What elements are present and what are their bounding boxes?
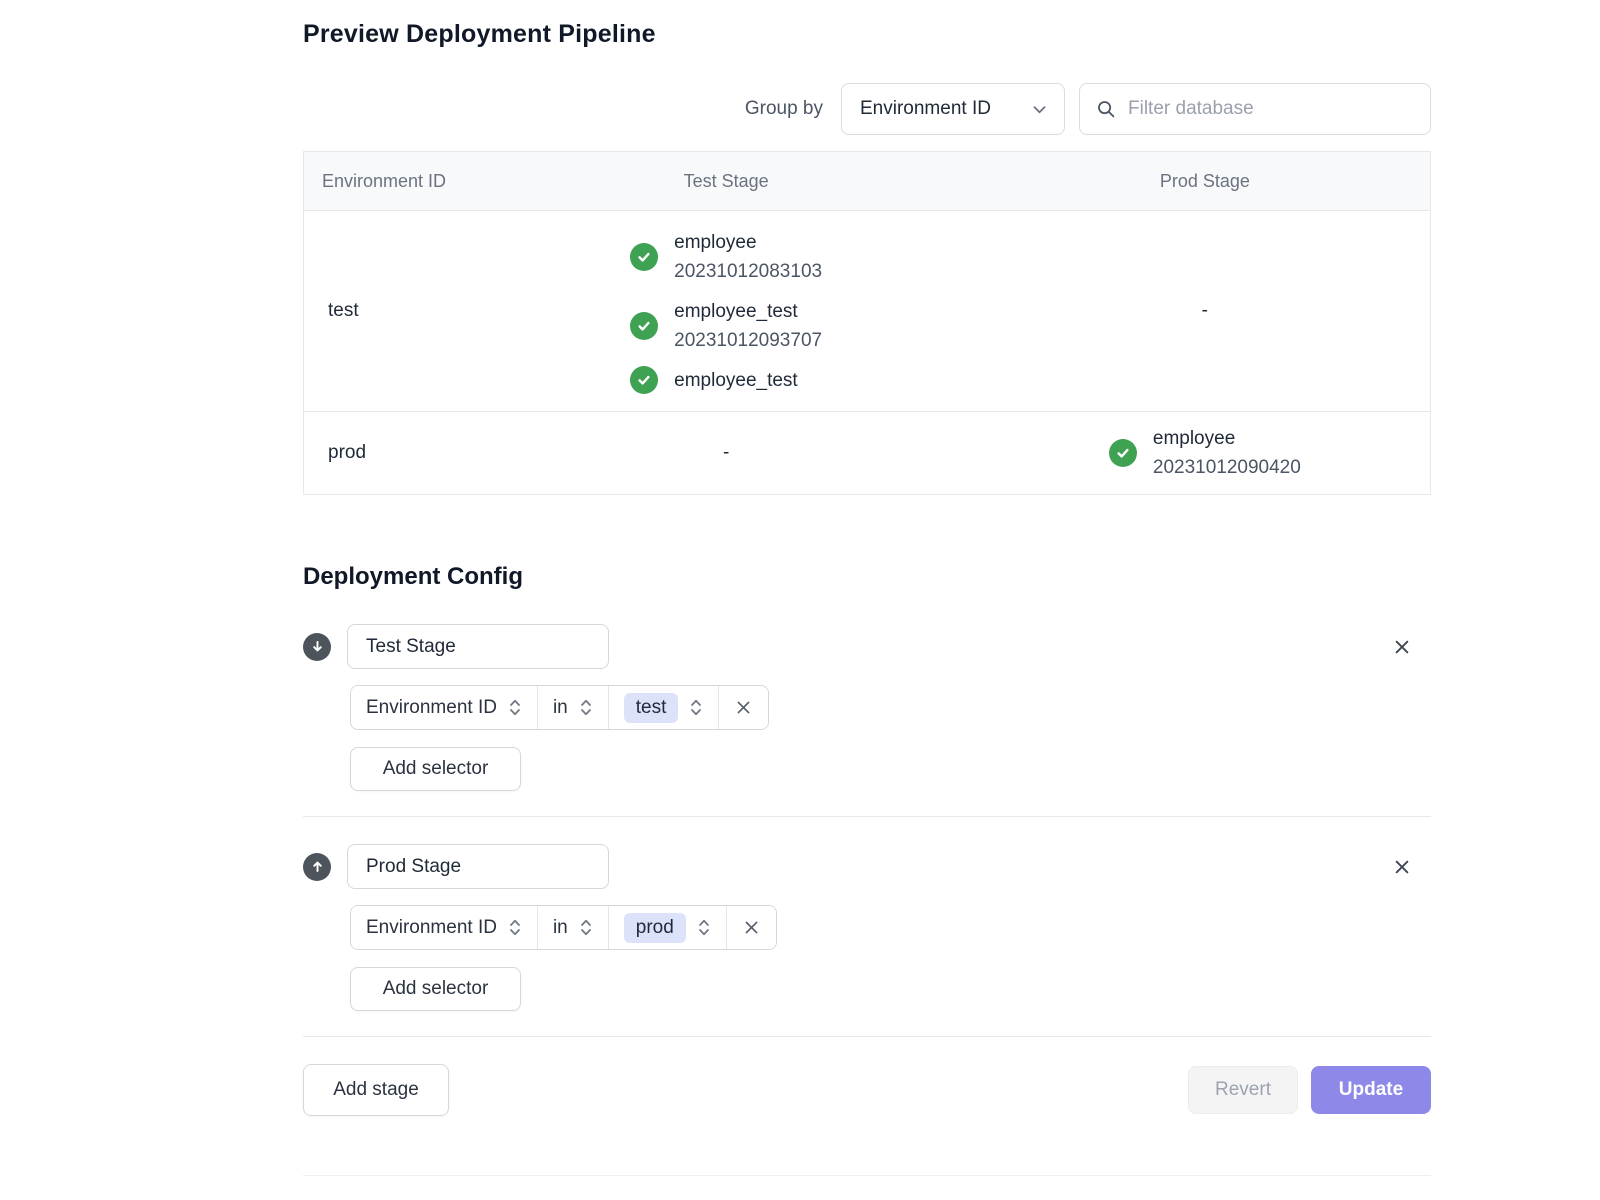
table-row-prod: prod - employee 20231012090420 bbox=[304, 412, 1431, 495]
add-selector-button[interactable]: Add selector bbox=[350, 967, 521, 1011]
task-name: employee bbox=[1153, 424, 1301, 453]
task-version: 20231012090420 bbox=[1153, 453, 1301, 482]
selector-operator-value: in bbox=[553, 697, 568, 719]
selector-value-select[interactable]: test bbox=[608, 686, 719, 729]
deployment-page: Preview Deployment Pipeline Group by Env… bbox=[303, 0, 1431, 1176]
footer-actions: Add stage Revert Update bbox=[303, 1064, 1431, 1116]
task-item: employee 20231012083103 bbox=[630, 228, 822, 286]
remove-stage-button[interactable] bbox=[1392, 857, 1412, 877]
add-selector-button[interactable]: Add selector bbox=[350, 747, 521, 791]
page-title: Preview Deployment Pipeline bbox=[303, 20, 1431, 49]
task-name: employee_test bbox=[674, 366, 798, 395]
task-item: employee 20231012090420 bbox=[1109, 424, 1301, 482]
selector-key-value: Environment ID bbox=[366, 917, 497, 939]
chevron-up-down-icon bbox=[579, 697, 593, 718]
selector-rule: Environment ID in prod bbox=[350, 905, 777, 950]
remove-selector-button[interactable] bbox=[718, 686, 768, 729]
selector-operator-select[interactable]: in bbox=[537, 906, 608, 949]
selector-rule: Environment ID in test bbox=[350, 685, 769, 730]
test-stage-empty: - bbox=[473, 412, 980, 495]
selector-operator-value: in bbox=[553, 917, 568, 939]
stage-divider bbox=[303, 816, 1431, 817]
group-by-select[interactable]: Environment ID bbox=[841, 83, 1065, 135]
filter-database-input[interactable] bbox=[1128, 98, 1414, 120]
task-name: employee_test bbox=[674, 297, 822, 326]
footer-divider bbox=[303, 1036, 1431, 1037]
search-icon bbox=[1096, 99, 1116, 119]
selector-key-select[interactable]: Environment ID bbox=[351, 906, 537, 949]
chevron-up-down-icon bbox=[689, 697, 703, 718]
check-circle-icon bbox=[630, 366, 658, 394]
filter-database-field[interactable] bbox=[1079, 83, 1431, 135]
arrow-up-circle-icon bbox=[303, 853, 331, 881]
chevron-up-down-icon bbox=[697, 917, 711, 938]
task-item: employee_test 20231012093707 bbox=[630, 297, 822, 355]
chevron-up-down-icon bbox=[508, 917, 522, 938]
stage-section-prod: Environment ID in prod bbox=[303, 844, 1431, 1011]
check-circle-icon bbox=[630, 243, 658, 271]
selector-key-value: Environment ID bbox=[366, 697, 497, 719]
prod-stage-cell: employee 20231012090420 bbox=[980, 412, 1431, 495]
selector-value-badge: prod bbox=[624, 913, 686, 943]
task-list: employee 20231012090420 bbox=[1109, 424, 1301, 482]
selector-key-select[interactable]: Environment ID bbox=[351, 686, 537, 729]
check-circle-icon bbox=[1109, 439, 1137, 467]
chevron-up-down-icon bbox=[508, 697, 522, 718]
selector-operator-select[interactable]: in bbox=[537, 686, 608, 729]
group-by-label: Group by bbox=[745, 98, 823, 120]
task-version: 20231012093707 bbox=[674, 326, 822, 355]
column-header-test-stage: Test Stage bbox=[473, 152, 980, 211]
check-circle-icon bbox=[630, 312, 658, 340]
arrow-down-circle-icon bbox=[303, 633, 331, 661]
table-row-test: test employee 20231012083103 bbox=[304, 211, 1431, 412]
pipeline-table: Environment ID Test Stage Prod Stage tes… bbox=[303, 151, 1431, 495]
deployment-config-title: Deployment Config bbox=[303, 563, 1431, 591]
selector-value-badge: test bbox=[624, 693, 679, 723]
selector-value-select[interactable]: prod bbox=[608, 906, 726, 949]
task-list: employee 20231012083103 employee_test 20… bbox=[630, 228, 822, 395]
task-version: 20231012083103 bbox=[674, 257, 822, 286]
chevron-up-down-icon bbox=[579, 917, 593, 938]
close-icon bbox=[742, 918, 761, 937]
column-header-prod-stage: Prod Stage bbox=[980, 152, 1431, 211]
remove-selector-button[interactable] bbox=[726, 906, 776, 949]
close-icon bbox=[1392, 637, 1412, 657]
task-item: employee_test bbox=[630, 366, 798, 395]
close-icon bbox=[1392, 857, 1412, 877]
environment-label: prod bbox=[304, 412, 473, 495]
close-icon bbox=[734, 698, 753, 717]
group-by-selected-value: Environment ID bbox=[860, 98, 991, 120]
column-header-environment-id: Environment ID bbox=[304, 152, 473, 211]
prod-stage-empty: - bbox=[980, 211, 1431, 412]
stage-name-input[interactable] bbox=[347, 624, 609, 669]
update-button[interactable]: Update bbox=[1311, 1066, 1431, 1114]
stage-section-test: Environment ID in test bbox=[303, 624, 1431, 791]
test-stage-cell: employee 20231012083103 employee_test 20… bbox=[473, 211, 980, 412]
stage-name-input[interactable] bbox=[347, 844, 609, 889]
toolbar: Group by Environment ID bbox=[303, 83, 1431, 135]
add-stage-button[interactable]: Add stage bbox=[303, 1064, 449, 1116]
task-name: employee bbox=[674, 228, 822, 257]
bottom-divider bbox=[303, 1175, 1431, 1176]
pipeline-table-header: Environment ID Test Stage Prod Stage bbox=[304, 152, 1431, 211]
remove-stage-button[interactable] bbox=[1392, 637, 1412, 657]
revert-button[interactable]: Revert bbox=[1188, 1066, 1298, 1114]
chevron-down-icon bbox=[1031, 101, 1048, 118]
environment-label: test bbox=[304, 211, 473, 412]
